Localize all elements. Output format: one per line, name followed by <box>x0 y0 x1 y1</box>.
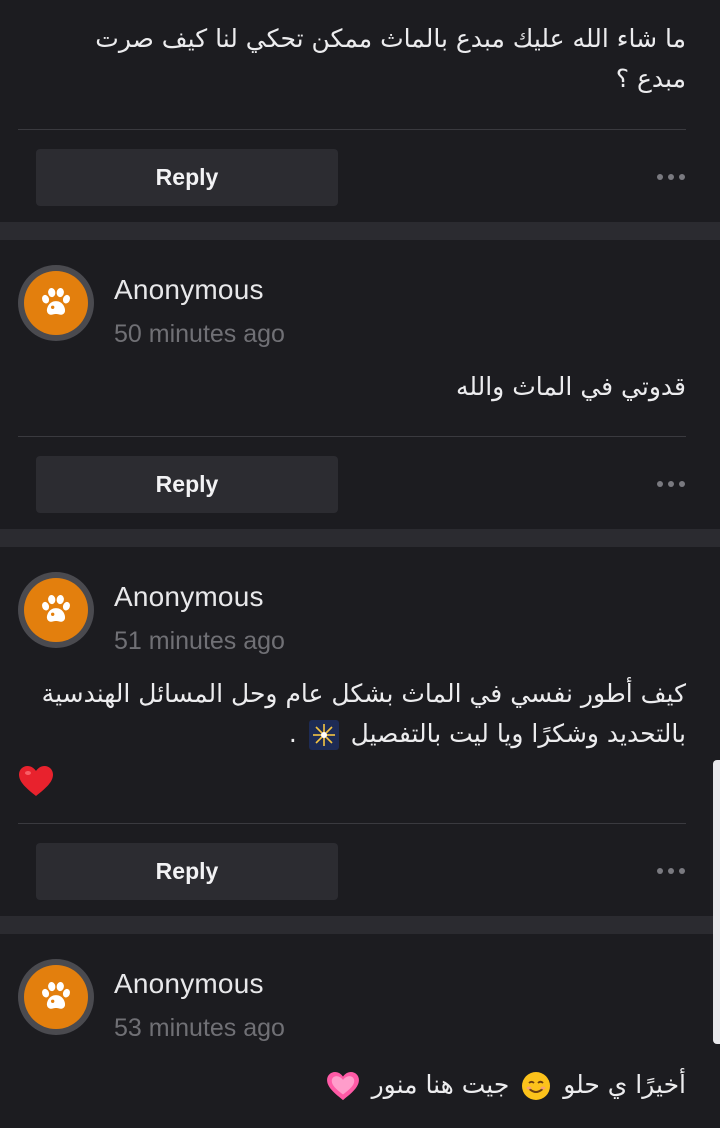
red-heart-icon <box>19 766 53 796</box>
paw-icon <box>42 595 70 622</box>
comment-text: ما شاء الله عليك مبدع بالماث ممكن تحكي ل… <box>95 24 686 93</box>
more-options-icon[interactable] <box>656 171 688 183</box>
comment-card: Anonymous 50 minutes ago قدوتي في الماث … <box>0 240 720 529</box>
card-separator <box>0 529 720 547</box>
paw-icon <box>42 982 70 1009</box>
divider <box>18 436 686 437</box>
avatar[interactable] <box>18 959 94 1035</box>
scrollbar[interactable] <box>713 760 720 1044</box>
divider <box>18 129 686 130</box>
more-options-icon[interactable] <box>656 478 688 490</box>
timestamp: 51 minutes ago <box>114 627 285 655</box>
fireworks-icon <box>308 720 339 750</box>
comment-text: قدوتي في الماث والله <box>455 372 686 401</box>
author-name[interactable]: Anonymous <box>114 274 264 306</box>
reply-button[interactable]: Reply <box>36 843 338 900</box>
timestamp: 53 minutes ago <box>114 1014 285 1042</box>
reply-button[interactable]: Reply <box>36 149 338 206</box>
divider <box>18 823 686 824</box>
comment-card: Anonymous 51 minutes ago كيف أطور نفسي ف… <box>0 547 720 916</box>
card-separator <box>0 222 720 240</box>
paw-icon <box>42 288 70 315</box>
comment-card: Anonymous 53 minutes ago أخيرًا ي حلو جي… <box>0 934 720 1128</box>
timestamp: 50 minutes ago <box>114 320 285 348</box>
reply-button[interactable]: Reply <box>36 456 338 513</box>
avatar[interactable] <box>18 572 94 648</box>
author-name[interactable]: Anonymous <box>114 581 264 613</box>
card-separator <box>0 916 720 934</box>
comment-text: كيف أطور نفسي في الماث بشكل عام وحل المس… <box>18 671 686 796</box>
comment-card: ما شاء الله عليك مبدع بالماث ممكن تحكي ل… <box>0 0 720 222</box>
pink-heart-icon <box>326 1071 359 1101</box>
avatar[interactable] <box>18 265 94 341</box>
smiling-face-icon <box>522 1072 551 1100</box>
more-options-icon[interactable] <box>656 865 688 877</box>
comment-text: أخيرًا ي حلو جيت هنا منور <box>18 1062 686 1108</box>
author-name[interactable]: Anonymous <box>114 968 264 1000</box>
